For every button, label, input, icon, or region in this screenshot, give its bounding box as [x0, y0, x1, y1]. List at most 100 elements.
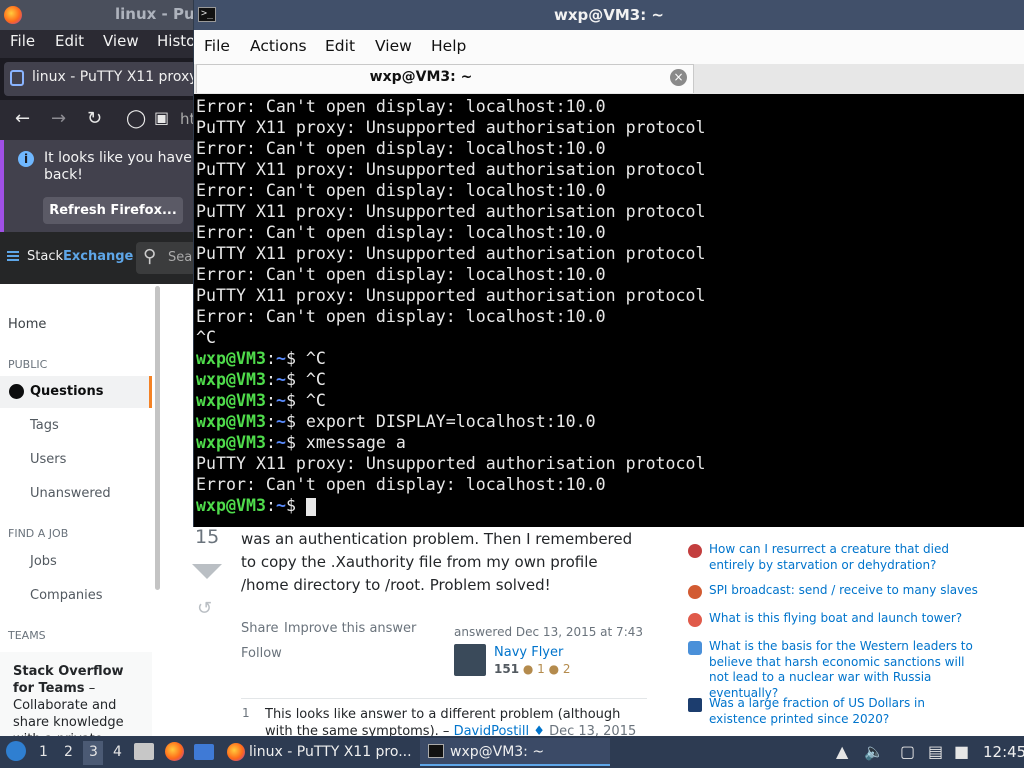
terminal-line-text: Error: Can't open display: localhost:10.… — [196, 181, 606, 200]
prompt-user: wxp@VM3 — [196, 496, 266, 515]
prompt-separator: : — [265, 412, 276, 431]
forward-arrow-icon[interactable]: → — [51, 108, 66, 129]
terminal-output-line: Error: Can't open display: localhost:10.… — [196, 306, 1022, 327]
nav-unanswered[interactable]: Unanswered — [30, 486, 111, 501]
prompt-path: ~ — [275, 370, 286, 389]
terminal-output[interactable]: Error: Can't open display: localhost:10.… — [196, 96, 1022, 526]
terminal-window-title: wxp@VM3: ~ — [553, 6, 665, 24]
terminal-line-text: ^C — [305, 391, 326, 410]
firefox-menu-history[interactable]: Histo — [157, 32, 195, 50]
network-icon[interactable]: ▤ — [928, 742, 943, 761]
prompt-separator: : — [265, 349, 276, 368]
user-name-link[interactable]: Navy Flyer — [494, 645, 563, 660]
nav-companies[interactable]: Companies — [30, 588, 103, 603]
terminal-menu-help[interactable]: Help — [431, 37, 466, 55]
workspace-4[interactable]: 4 — [113, 744, 122, 760]
taskbar-task-label: wxp@VM3: ~ — [450, 744, 545, 760]
share-link[interactable]: Share — [241, 621, 279, 636]
teams-promo-title[interactable]: Stack Overflow for Teams — [13, 664, 124, 696]
stackexchange-logo[interactable]: StackExchange — [27, 249, 133, 264]
logo-exchange: Exchange — [63, 249, 134, 264]
comment-score: 1 — [242, 706, 250, 720]
workspace-3[interactable]: 3 — [89, 744, 98, 760]
file-manager-icon[interactable] — [134, 743, 154, 760]
prompt-user: wxp@VM3 — [196, 412, 266, 431]
history-icon[interactable]: ↺ — [197, 598, 212, 619]
firefox-icon — [4, 6, 22, 24]
firefox-menu-file[interactable]: File — [10, 32, 35, 50]
volume-icon[interactable]: 🔈 — [864, 742, 884, 761]
terminal-prompt-line: wxp@VM3:~$ ^C — [196, 348, 1022, 369]
terminal-prompt-line: wxp@VM3:~$ — [196, 495, 1022, 516]
hot-question-link[interactable]: SPI broadcast: send / receive to many sl… — [709, 583, 984, 599]
firefox-menu-edit[interactable]: Edit — [55, 32, 84, 50]
prompt-path: ~ — [275, 496, 286, 515]
prompt-symbol: $ — [285, 496, 306, 515]
hot-question-site-icon — [688, 641, 702, 655]
prompt-symbol: $ — [285, 433, 306, 452]
hot-question-link[interactable]: Was a large fraction of US Dollars in ex… — [709, 696, 984, 727]
terminal-menu-actions[interactable]: Actions — [250, 37, 307, 55]
nav-home[interactable]: Home — [8, 317, 46, 332]
avatar[interactable] — [454, 644, 486, 676]
reload-icon[interactable]: ↻ — [87, 108, 102, 129]
refresh-firefox-button[interactable]: Refresh Firefox... — [43, 197, 183, 224]
prompt-symbol: $ — [285, 412, 306, 431]
comment-divider — [241, 698, 647, 699]
firefox-launcher-icon[interactable] — [165, 742, 184, 761]
shield-icon[interactable]: ◯ — [126, 108, 146, 129]
workspace-2[interactable]: 2 — [64, 744, 73, 760]
hot-question-site-icon — [688, 613, 702, 627]
terminal-menu-edit[interactable]: Edit — [325, 37, 355, 55]
clipboard-icon[interactable]: ▢ — [900, 742, 915, 761]
nav-questions[interactable]: Questions — [30, 384, 103, 399]
nav-jobs[interactable]: Jobs — [30, 554, 57, 569]
terminal-output-line: Error: Can't open display: localhost:10.… — [196, 180, 1022, 201]
terminal-output-line: Error: Can't open display: localhost:10.… — [196, 222, 1022, 243]
terminal-menu-view[interactable]: View — [375, 37, 412, 55]
terminal-menu-file[interactable]: File — [204, 37, 230, 55]
terminal-line-text: ^C — [196, 328, 216, 347]
globe-icon — [9, 384, 24, 399]
firefox-menu-view[interactable]: View — [103, 32, 139, 50]
prompt-path: ~ — [275, 391, 286, 410]
back-arrow-icon[interactable]: ← — [15, 108, 30, 129]
firefox-task-icon — [227, 743, 245, 761]
nav-tags[interactable]: Tags — [30, 418, 59, 433]
hot-question-site-icon — [688, 585, 702, 599]
hot-question-link[interactable]: How can I resurrect a creature that died… — [709, 542, 984, 573]
improve-answer-link[interactable]: Improve this answer — [284, 621, 416, 636]
terminal-output-line: Error: Can't open display: localhost:10.… — [196, 96, 1022, 117]
notification-text: It looks like you haven back! — [44, 150, 201, 183]
taskbar-task-label: linux - PuTTY X11 pro... — [249, 744, 412, 760]
user-badges: ● 1 ● 2 — [522, 662, 571, 676]
terminal-line-text: Error: Can't open display: localhost:10.… — [196, 139, 606, 158]
terminal-line-text: PuTTY X11 proxy: Unsupported authorisati… — [196, 454, 706, 473]
terminal-line-text: Error: Can't open display: localhost:10.… — [196, 223, 606, 242]
workspace-1[interactable]: 1 — [39, 744, 48, 760]
prompt-user: wxp@VM3 — [196, 370, 266, 389]
vote-down-icon[interactable] — [192, 564, 222, 579]
prompt-path: ~ — [275, 433, 286, 452]
close-tab-icon[interactable]: × — [670, 69, 687, 86]
firefox-tab-title: linux - PuTTY X11 proxy: — [32, 69, 202, 85]
notifications-icon[interactable]: ■ — [954, 742, 969, 761]
lock-icon[interactable]: ▣ — [154, 108, 169, 127]
sidebar-scrollbar[interactable] — [155, 286, 160, 590]
user-rep-score: 151 — [494, 662, 520, 676]
terminal-line-text: PuTTY X11 proxy: Unsupported authorisati… — [196, 202, 706, 221]
hot-question-link[interactable]: What is the basis for the Western leader… — [709, 639, 984, 701]
nav-users[interactable]: Users — [30, 452, 66, 467]
terminal-output-line: PuTTY X11 proxy: Unsupported authorisati… — [196, 285, 1022, 306]
follow-link[interactable]: Follow — [241, 646, 282, 661]
firefox-window-title: linux - Pu — [115, 5, 195, 23]
hot-question-link[interactable]: What is this flying boat and launch towe… — [709, 611, 984, 627]
show-desktop-icon[interactable] — [194, 744, 214, 760]
terminal-prompt-line: wxp@VM3:~$ xmessage a — [196, 432, 1022, 453]
start-menu-icon[interactable] — [6, 741, 26, 761]
terminal-tab-title: wxp@VM3: ~ — [369, 69, 473, 85]
terminal-line-text: Error: Can't open display: localhost:10.… — [196, 307, 606, 326]
prompt-user: wxp@VM3 — [196, 391, 266, 410]
updates-icon[interactable]: ▲ — [836, 742, 848, 761]
prompt-symbol: $ — [285, 391, 306, 410]
